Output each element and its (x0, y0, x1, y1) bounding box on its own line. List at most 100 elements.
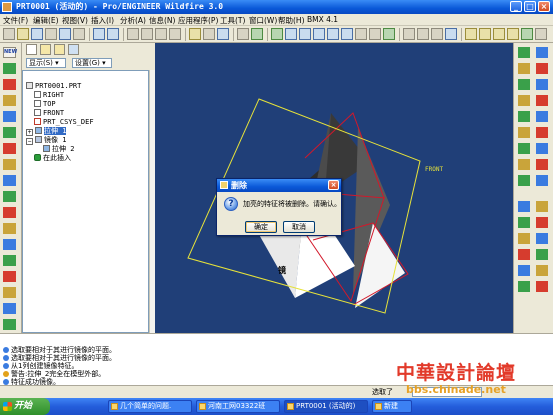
refit-icon[interactable] (341, 28, 353, 40)
tree-item-insert-here[interactable]: 在此插入 (34, 154, 71, 163)
shell-right-icon[interactable] (518, 111, 530, 122)
blend-tool-icon[interactable] (3, 207, 16, 218)
model-tree-tab-icon[interactable] (26, 44, 37, 55)
menu-file[interactable]: 文件(F) (3, 15, 28, 26)
intersect-right-icon[interactable] (536, 217, 548, 228)
variable-section-right-icon[interactable] (536, 265, 548, 276)
datum-axis-tool-icon[interactable] (3, 79, 16, 90)
tree-item-csys[interactable]: PRT_CSYS_DEF (34, 118, 94, 127)
zoom-out-icon[interactable] (327, 28, 339, 40)
regenerate-icon[interactable] (189, 28, 201, 40)
new-icon[interactable]: NEW (3, 47, 17, 58)
expand-icon[interactable]: + (26, 129, 33, 136)
close-button[interactable]: × (538, 1, 550, 12)
dialog-close-button[interactable]: × (328, 180, 339, 190)
insert-right-icon[interactable] (536, 95, 548, 106)
tree-item-extrude-1[interactable]: + 拉伸 1 (26, 127, 67, 136)
window-titlebar[interactable]: PRT0001 (活动的) - Pro/ENGINEER Wildfire 3.… (0, 0, 553, 14)
undo-icon[interactable] (93, 28, 105, 40)
sketch-tool-icon[interactable] (3, 111, 16, 122)
extend-right-icon[interactable] (536, 201, 548, 212)
rib-tool-icon[interactable] (3, 255, 16, 266)
menu-view[interactable]: 视图(V) (62, 15, 88, 26)
boundary-right-icon[interactable] (518, 265, 530, 276)
help-context-icon[interactable] (251, 28, 263, 40)
datum-plane-tool-icon[interactable] (3, 63, 16, 74)
maximize-button[interactable]: □ (524, 1, 536, 12)
round-right-icon[interactable] (536, 127, 548, 138)
dialog-titlebar[interactable]: 删除 × (217, 179, 341, 192)
tree-item-top[interactable]: TOP (34, 100, 56, 109)
hidden-line-icon[interactable] (417, 28, 429, 40)
copy-icon[interactable] (141, 28, 153, 40)
saved-views-icon[interactable] (369, 28, 381, 40)
helical-right-icon[interactable] (518, 281, 530, 292)
email-link-icon[interactable] (73, 28, 85, 40)
find-icon[interactable] (203, 28, 215, 40)
tree-item-right[interactable]: RIGHT (34, 91, 64, 100)
merge-right-icon[interactable] (518, 175, 530, 186)
datum-points-icon[interactable] (493, 28, 505, 40)
reorient-icon[interactable] (355, 28, 367, 40)
datum-point-tool-icon[interactable] (3, 95, 16, 106)
datum-plane-right-icon[interactable] (518, 47, 530, 58)
no-hidden-icon[interactable] (431, 28, 443, 40)
tree-item-part[interactable]: PRT0001.PRT (26, 82, 81, 91)
rib-right-icon[interactable] (536, 111, 548, 122)
taskbar-item[interactable]: 河南工网03322班 (196, 400, 280, 413)
datum-axes-icon[interactable] (479, 28, 491, 40)
taskbar-item[interactable]: 新建 (372, 400, 412, 413)
taskbar-item-active[interactable]: PRT0001 (活动的) (284, 400, 368, 413)
thicken-right-icon[interactable] (518, 201, 530, 212)
tree-item-mirror-1[interactable]: − 镜像 1 (26, 136, 66, 145)
pattern-right-icon[interactable] (518, 159, 530, 170)
print-icon[interactable] (45, 28, 57, 40)
trim-right-icon[interactable] (536, 175, 548, 186)
menu-info[interactable]: 信息(N) (149, 15, 175, 26)
mirror-right-icon[interactable] (536, 159, 548, 170)
redo-icon[interactable] (107, 28, 119, 40)
wireframe-icon[interactable] (403, 28, 415, 40)
cancel-button[interactable]: 取消 (283, 221, 315, 233)
analysis-right-icon[interactable] (518, 95, 530, 106)
start-button[interactable]: 开始 (0, 398, 50, 415)
pattern-tool-icon[interactable] (3, 319, 16, 330)
connections-tab-icon[interactable] (68, 44, 79, 55)
csys-tool-icon[interactable] (3, 143, 16, 154)
folder-browser-tab-icon[interactable] (40, 44, 51, 55)
taskbar-item[interactable]: 几个简单的问题. (108, 400, 192, 413)
extrude-tool-icon[interactable] (3, 159, 16, 170)
help-icon[interactable] (521, 28, 533, 40)
toolbar-more-icon[interactable] (535, 28, 547, 40)
selection-filter-icon[interactable] (217, 28, 229, 40)
tree-item-front[interactable]: FRONT (34, 109, 64, 118)
chamfer-right-icon[interactable] (518, 143, 530, 154)
tree-item-extrude-2[interactable]: 拉伸 2 (43, 145, 74, 154)
menu-help[interactable]: 帮助(H) (278, 15, 305, 26)
menu-edit[interactable]: 编辑(E) (33, 15, 59, 26)
collapse-icon[interactable]: − (26, 138, 33, 145)
orient-mode-icon[interactable] (299, 28, 311, 40)
csys-icon[interactable] (507, 28, 519, 40)
hole-tool-icon[interactable] (3, 223, 16, 234)
datum-planes-icon[interactable] (465, 28, 477, 40)
menu-bmx[interactable]: BMX 4.1 (307, 15, 338, 24)
menu-analysis[interactable]: 分析(A) (120, 15, 146, 26)
menu-applications[interactable]: 应用程序(P) (178, 15, 218, 26)
paste-icon[interactable] (155, 28, 167, 40)
sketch-right-icon[interactable] (518, 79, 530, 90)
hole-right-icon[interactable] (536, 143, 548, 154)
ok-button[interactable]: 确定 (245, 221, 277, 233)
minimize-button[interactable]: _ (510, 1, 522, 12)
draft-right-icon[interactable] (518, 127, 530, 138)
show-dropdown[interactable]: 显示(S) ▾ (26, 58, 66, 68)
zoom-in-icon[interactable] (313, 28, 325, 40)
axis-right-icon[interactable] (536, 47, 548, 58)
shading-icon[interactable] (445, 28, 457, 40)
project-right-icon[interactable] (536, 233, 548, 244)
cosmetic-right-icon[interactable] (536, 281, 548, 292)
new-file-icon[interactable] (3, 28, 15, 40)
settings-dropdown[interactable]: 设置(G) ▾ (72, 58, 112, 68)
offset-right-icon[interactable] (518, 217, 530, 228)
cut-icon[interactable] (127, 28, 139, 40)
